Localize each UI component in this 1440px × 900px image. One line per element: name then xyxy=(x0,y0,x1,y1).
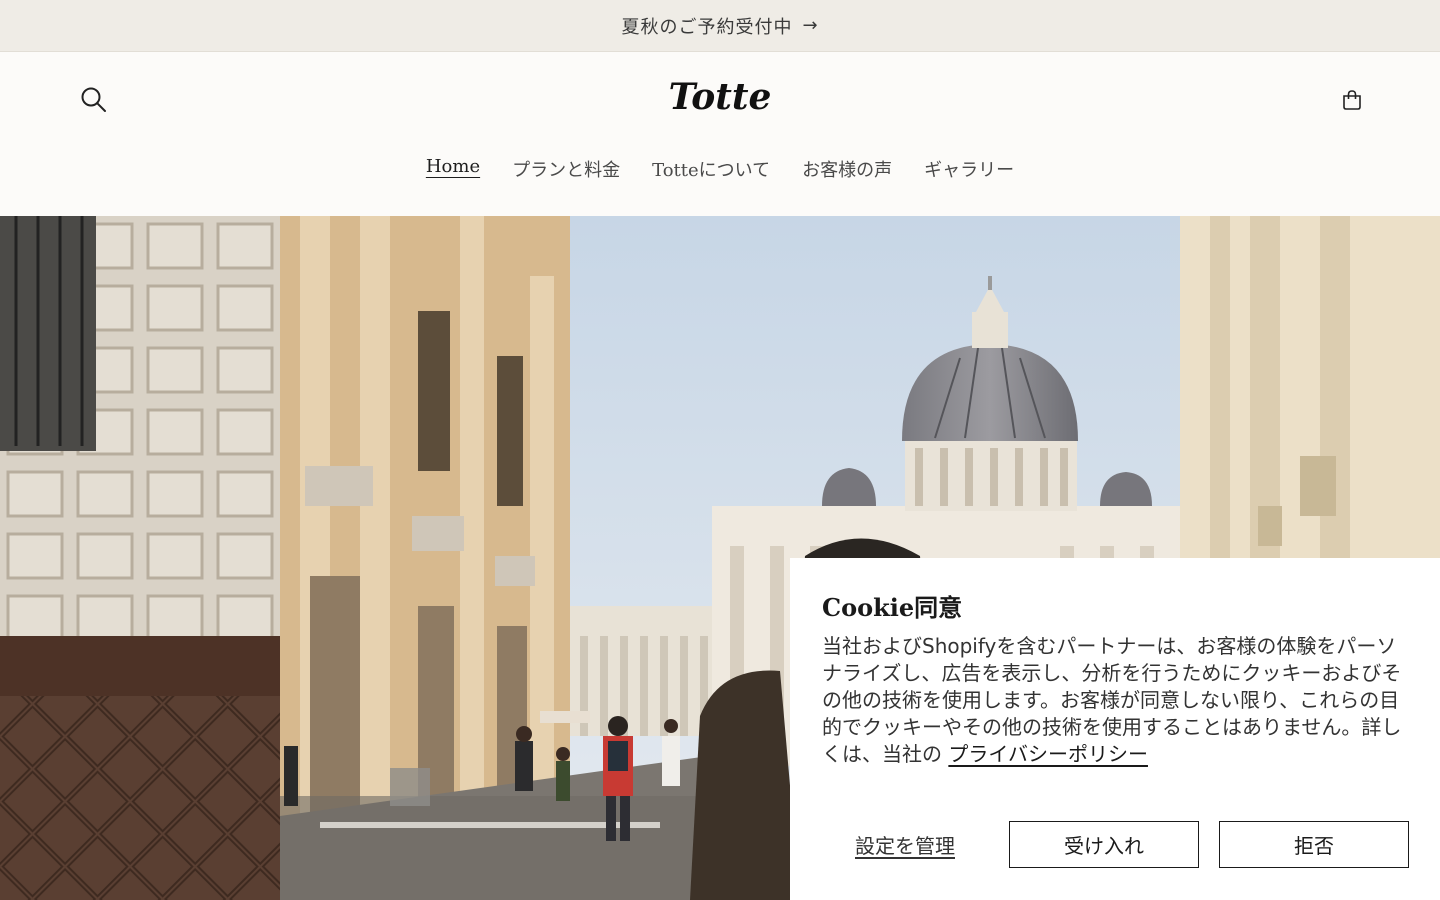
cookie-body: 当社およびShopifyを含むパートナーは、お客様の体験をパーソナライズし、広告… xyxy=(822,633,1408,768)
announcement-text[interactable]: 夏秋のご予約受付中 xyxy=(621,13,792,39)
main-nav: Home プランと料金 Totteについて お客様の声 ギャラリー xyxy=(0,156,1440,182)
cart-icon[interactable] xyxy=(1340,88,1364,112)
site-header: Totte Home プランと料金 Totteについて お客様の声 ギャラリー xyxy=(0,52,1440,216)
nav-item-about[interactable]: Totteについて xyxy=(652,156,770,182)
nav-item-gallery[interactable]: ギャラリー xyxy=(924,156,1014,182)
manage-settings-button[interactable]: 設定を管理 xyxy=(822,821,988,868)
site-logo[interactable]: Totte xyxy=(0,76,1440,118)
cookie-buttons: 設定を管理 受け入れ 拒否 xyxy=(822,821,1409,868)
accept-button[interactable]: 受け入れ xyxy=(1009,821,1199,868)
reject-button[interactable]: 拒否 xyxy=(1219,821,1409,868)
nav-item-home[interactable]: Home xyxy=(426,156,480,182)
announcement-bar[interactable]: 夏秋のご予約受付中 → xyxy=(0,0,1440,52)
cookie-consent-banner: Cookie同意 当社およびShopifyを含むパートナーは、お客様の体験をパー… xyxy=(790,558,1440,900)
cookie-title: Cookie同意 xyxy=(822,593,963,622)
nav-item-testimonials[interactable]: お客様の声 xyxy=(802,156,892,182)
arrow-right-icon: → xyxy=(802,15,819,36)
nav-item-plans[interactable]: プランと料金 xyxy=(512,156,620,182)
privacy-policy-link[interactable]: プライバシーポリシー xyxy=(948,742,1148,766)
